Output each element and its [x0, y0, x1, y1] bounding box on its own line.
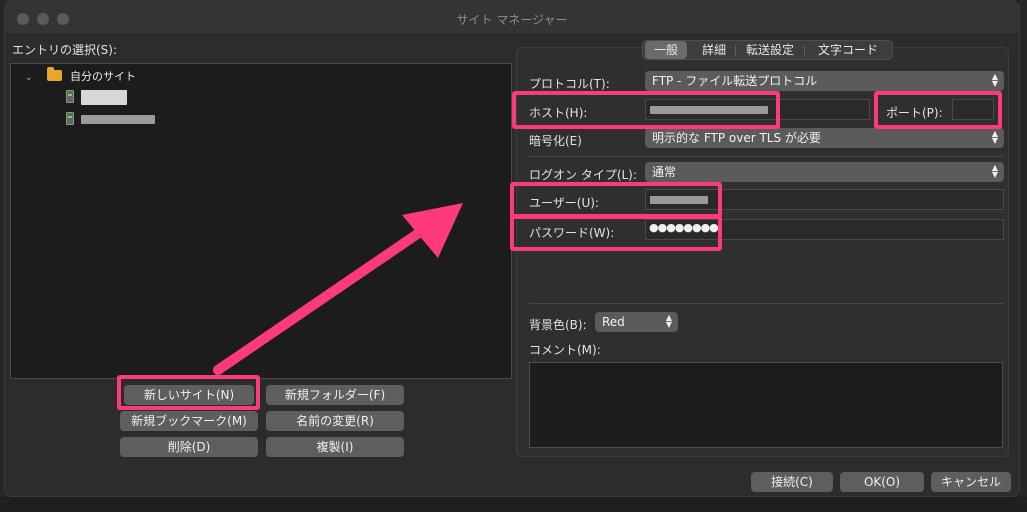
- highlight-password: [510, 215, 722, 251]
- new-folder-button[interactable]: 新規フォルダー(F): [266, 385, 404, 405]
- updown-arrows-icon: ▲ ▼: [991, 72, 998, 88]
- divider: [529, 156, 1004, 157]
- updown-arrows-icon: ▲ ▼: [991, 163, 998, 179]
- server-icon: [66, 112, 74, 125]
- logon-type-label: ログオン タイプ(L):: [529, 168, 637, 182]
- window-title: サイト マネージャー: [456, 13, 568, 27]
- title-bar: サイト マネージャー: [5, 1, 1019, 35]
- background-color-select[interactable]: Red ▲ ▼: [595, 312, 678, 332]
- tab-general[interactable]: 一般: [645, 41, 687, 59]
- rename-button[interactable]: 名前の変更(R): [266, 411, 404, 431]
- tab-advanced[interactable]: 詳細: [693, 41, 735, 59]
- background-app-area: [0, 497, 1027, 512]
- site-entry-redacted[interactable]: [81, 115, 155, 124]
- site-tree[interactable]: ⌄ 自分のサイト: [10, 63, 512, 379]
- updown-arrows-icon: ▲ ▼: [665, 313, 672, 329]
- background-color-label: 背景色(B):: [529, 318, 587, 332]
- highlight-host: [512, 91, 780, 129]
- connect-button[interactable]: 接続(C): [751, 472, 833, 492]
- highlight-user: [510, 182, 722, 218]
- cancel-button[interactable]: キャンセル: [931, 472, 1011, 492]
- duplicate-button[interactable]: 複製(I): [266, 437, 404, 457]
- logon-type-select[interactable]: 通常 ▲ ▼: [645, 162, 1004, 182]
- tree-item-my-sites[interactable]: ⌄ 自分のサイト: [25, 67, 136, 87]
- tab-charset[interactable]: 文字コード: [807, 41, 889, 59]
- tab-separator: [804, 45, 805, 56]
- folder-icon: [46, 67, 62, 81]
- tree-item-label: 自分のサイト: [70, 70, 136, 83]
- background-app-strip: [1019, 0, 1027, 512]
- encryption-value: 明示的な FTP over TLS が必要: [652, 131, 821, 145]
- logon-type-value: 通常: [652, 165, 677, 179]
- divider: [529, 303, 1004, 304]
- server-icon: [66, 90, 74, 103]
- entry-select-label: エントリの選択(S):: [12, 43, 118, 57]
- encryption-label: 暗号化(E): [529, 134, 582, 148]
- settings-tabs: 一般 詳細 転送設定 文字コード: [642, 40, 893, 60]
- chevron-down-icon[interactable]: ⌄: [25, 69, 35, 87]
- protocol-select[interactable]: FTP - ファイル転送プロトコル ▲ ▼: [645, 71, 1004, 91]
- background-color-value: Red: [602, 315, 625, 329]
- updown-arrows-icon: ▲ ▼: [991, 129, 998, 145]
- tab-separator: [735, 45, 736, 56]
- site-entry-redacted[interactable]: [81, 90, 127, 105]
- highlight-port: [874, 91, 1002, 129]
- protocol-label: プロトコル(T):: [529, 77, 610, 91]
- delete-button[interactable]: 削除(D): [120, 437, 258, 457]
- comment-textarea[interactable]: [529, 362, 1003, 448]
- ok-button[interactable]: OK(O): [840, 472, 924, 492]
- encryption-select[interactable]: 明示的な FTP over TLS が必要 ▲ ▼: [645, 128, 1004, 148]
- highlight-new-site: [117, 375, 260, 410]
- protocol-value: FTP - ファイル転送プロトコル: [652, 74, 818, 88]
- tab-transfer-settings[interactable]: 転送設定: [737, 41, 803, 59]
- new-bookmark-button[interactable]: 新規ブックマーク(M): [120, 411, 258, 431]
- comment-label: コメント(M):: [529, 343, 601, 357]
